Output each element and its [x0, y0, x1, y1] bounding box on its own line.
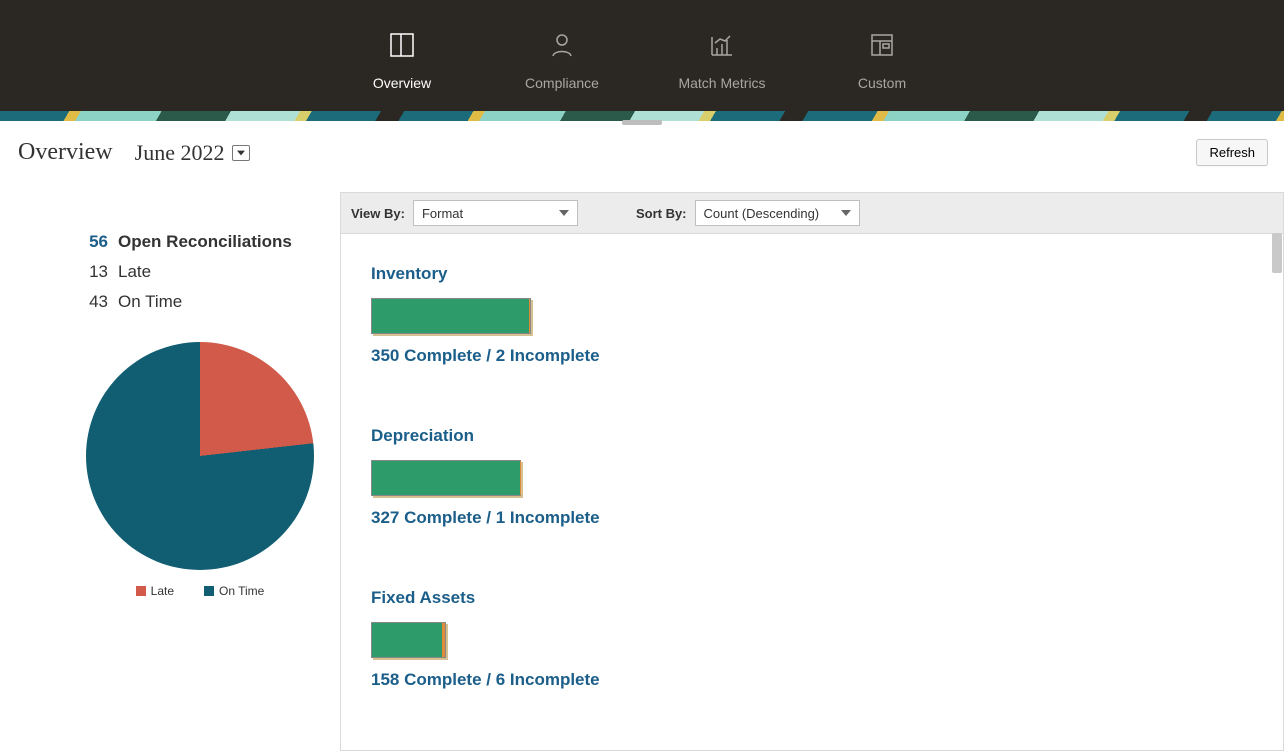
card-title[interactable]: Fixed Assets	[371, 588, 1253, 608]
bar-segment-incomplete	[529, 299, 530, 333]
nav-label: Match Metrics	[678, 75, 765, 91]
nav-item-custom[interactable]: Custom	[827, 31, 937, 91]
progress-bar[interactable]	[371, 298, 531, 334]
summary-count: 13	[80, 262, 108, 282]
sortby-value: Count (Descending)	[704, 206, 820, 221]
nav-label: Custom	[858, 75, 906, 91]
card-summary: 350 Complete / 2 Incomplete	[371, 346, 1253, 366]
summary-ontime[interactable]: 43 On Time	[80, 292, 320, 312]
viewby-select[interactable]: Format	[413, 200, 578, 226]
content: 56 Open Reconciliations 13 Late 43 On Ti…	[0, 172, 1284, 751]
legend-label: Late	[151, 584, 174, 598]
panel-icon	[388, 31, 416, 59]
card-title[interactable]: Inventory	[371, 264, 1253, 284]
nav-label: Compliance	[525, 75, 599, 91]
format-card: Fixed Assets 158 Complete / 6 Incomplete	[371, 588, 1253, 690]
filter-bar: View By: Format Sort By: Count (Descendi…	[341, 193, 1283, 234]
bar-segment-complete	[372, 299, 529, 333]
legend-swatch	[136, 586, 146, 596]
summary-label: On Time	[118, 292, 182, 312]
page-title: Overview	[18, 139, 113, 166]
progress-bar[interactable]	[371, 460, 521, 496]
sortby-label: Sort By:	[636, 206, 687, 221]
nav-item-overview[interactable]: Overview	[347, 31, 457, 91]
pie-graphic[interactable]	[86, 342, 314, 570]
format-card: Inventory 350 Complete / 2 Incomplete	[371, 264, 1253, 366]
card-title[interactable]: Depreciation	[371, 426, 1253, 446]
nav-item-match-metrics[interactable]: Match Metrics	[667, 31, 777, 91]
viewby-value: Format	[422, 206, 463, 221]
decorative-ribbon	[0, 111, 1284, 121]
summary-label: Open Reconciliations	[118, 232, 292, 252]
summary-panel: 56 Open Reconciliations 13 Late 43 On Ti…	[0, 172, 340, 751]
summary-count: 43	[80, 292, 108, 312]
legend-swatch	[204, 586, 214, 596]
period-label: June 2022	[135, 140, 225, 166]
chevron-down-icon	[559, 210, 569, 216]
scrollbar-thumb[interactable]	[1272, 233, 1282, 273]
sortby-select[interactable]: Count (Descending)	[695, 200, 860, 226]
pie-chart: Late On Time	[80, 342, 320, 598]
summary-late[interactable]: 13 Late	[80, 262, 320, 282]
bar-segment-complete	[372, 623, 442, 657]
layout-icon	[868, 31, 896, 59]
top-nav: Overview Compliance Match Metrics	[0, 0, 1284, 111]
progress-bar[interactable]	[371, 622, 446, 658]
bar-segment-incomplete	[442, 623, 445, 657]
cards-list[interactable]: Inventory 350 Complete / 2 Incomplete Depr…	[341, 234, 1283, 750]
legend-item-ontime[interactable]: On Time	[204, 584, 264, 598]
period-dropdown-button[interactable]	[232, 145, 250, 161]
chevron-down-icon	[841, 210, 851, 216]
ribbon-drag-handle[interactable]	[622, 120, 662, 125]
summary-open-reconciliations[interactable]: 56 Open Reconciliations	[80, 232, 320, 252]
user-icon	[548, 31, 576, 59]
nav-item-compliance[interactable]: Compliance	[507, 31, 617, 91]
legend-item-late[interactable]: Late	[136, 584, 174, 598]
card-summary: 158 Complete / 6 Incomplete	[371, 670, 1253, 690]
refresh-button[interactable]: Refresh	[1196, 139, 1268, 166]
summary-label: Late	[118, 262, 151, 282]
card-summary: 327 Complete / 1 Incomplete	[371, 508, 1253, 528]
nav-label: Overview	[373, 75, 431, 91]
detail-panel: View By: Format Sort By: Count (Descendi…	[340, 192, 1284, 751]
bar-segment-complete	[372, 461, 520, 495]
chart-icon	[708, 31, 736, 59]
page-header: Overview June 2022 Refresh	[0, 121, 1284, 172]
viewby-label: View By:	[351, 206, 405, 221]
format-card: Depreciation 327 Complete / 1 Incomplete	[371, 426, 1253, 528]
summary-count: 56	[80, 232, 108, 252]
pie-legend: Late On Time	[136, 584, 265, 598]
legend-label: On Time	[219, 584, 264, 598]
